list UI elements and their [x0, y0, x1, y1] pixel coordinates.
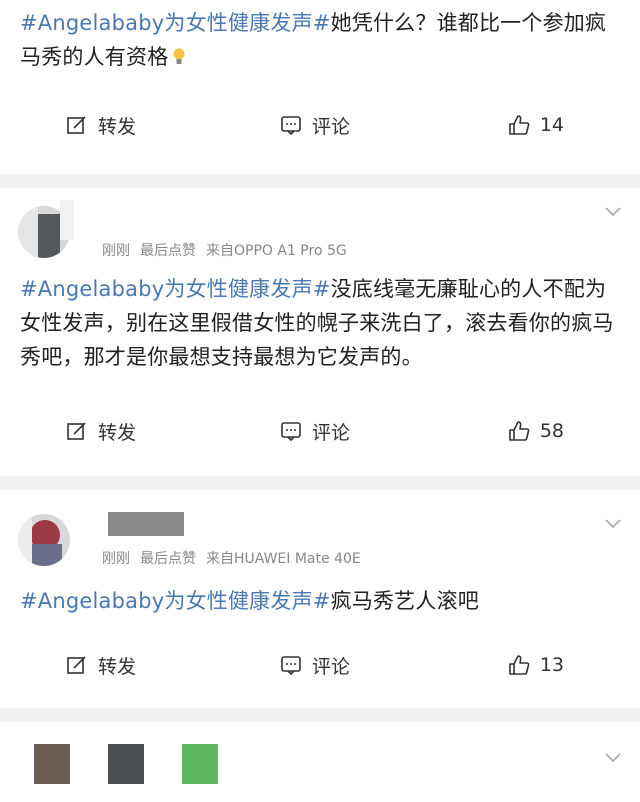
avatar-blurred [34, 744, 70, 784]
post-meta: 刚刚 最后点赞 来自OPPO A1 Pro 5G [102, 240, 357, 260]
repost-icon [67, 656, 86, 674]
repost-button[interactable]: 转发 [20, 418, 232, 445]
action-bar: 转发 评论 13 [0, 636, 640, 694]
repost-label: 转发 [98, 115, 137, 138]
post-body: 疯马秀艺人滚吧 [330, 589, 479, 613]
post-source: 来自OPPO A1 Pro 5G [206, 243, 347, 259]
post-meta: 刚刚 最后点赞 来自HUAWEI Mate 40E [102, 548, 371, 568]
topic-link[interactable]: #Angelababy为女性健康发声# [20, 11, 331, 35]
comment-label: 评论 [311, 421, 350, 444]
last-liked-label: 最后点赞 [140, 243, 196, 259]
post-time: 刚刚 [102, 243, 130, 259]
lightbulb-emoji-icon [173, 48, 185, 64]
weibo-post-1: #Angelababy为女性健康发声#她凭什么？谁都比一个参加疯马秀的人有资格 … [0, 0, 640, 154]
weibo-post-3: 刚刚 最后点赞 来自HUAWEI Mate 40E #Angelababy为女性健康… [0, 490, 640, 694]
like-count: 13 [539, 654, 564, 676]
topic-link[interactable]: #Angelababy为女性健康发声# [20, 277, 331, 301]
thumbs-up-icon [509, 115, 530, 135]
chevron-down-icon[interactable] [604, 748, 622, 766]
post-time: 刚刚 [102, 551, 130, 567]
post-header: 刚刚 最后点赞 来自OPPO A1 Pro 5G [0, 188, 640, 274]
repost-button[interactable]: 转发 [20, 112, 232, 139]
post-text: #Angelababy为女性健康发声#疯马秀艺人滚吧 [0, 584, 640, 618]
comment-icon [281, 422, 301, 442]
thumbs-up-icon [509, 655, 530, 675]
thumbs-up-icon [509, 421, 530, 441]
topic-link[interactable]: #Angelababy为女性健康发声# [20, 589, 331, 613]
comment-button[interactable]: 评论 [232, 418, 398, 445]
post-separator [0, 174, 640, 188]
weibo-post-4 [0, 722, 640, 802]
username-blurred [108, 512, 184, 536]
comment-button[interactable]: 评论 [232, 112, 398, 139]
comment-button[interactable]: 评论 [232, 652, 398, 679]
repost-label: 转发 [98, 655, 137, 678]
avatar[interactable] [18, 514, 70, 566]
like-count: 58 [539, 420, 564, 442]
last-liked-label: 最后点赞 [140, 551, 196, 567]
comment-label: 评论 [311, 655, 350, 678]
repost-icon [67, 116, 86, 134]
like-button[interactable]: 58 [398, 420, 620, 442]
repost-button[interactable]: 转发 [20, 652, 232, 679]
like-button[interactable]: 13 [398, 654, 620, 676]
repost-label: 转发 [98, 421, 137, 444]
username-blurred [60, 200, 74, 240]
post-text: #Angelababy为女性健康发声#没底线毫无廉耻心的人不配为女性发声，别在这… [0, 272, 640, 374]
chevron-down-icon[interactable] [604, 202, 622, 220]
post-separator [0, 476, 640, 490]
post-text: #Angelababy为女性健康发声#她凭什么？谁都比一个参加疯马秀的人有资格 [0, 6, 640, 74]
post-source: 来自HUAWEI Mate 40E [206, 551, 361, 567]
repost-icon [67, 422, 86, 440]
like-count: 14 [539, 114, 564, 136]
chevron-down-icon[interactable] [604, 514, 622, 532]
action-bar: 转发 评论 58 [0, 402, 640, 460]
weibo-post-2: 刚刚 最后点赞 来自OPPO A1 Pro 5G #Angelababy为女性健康发… [0, 188, 640, 460]
comment-icon [281, 116, 301, 136]
action-bar: 转发 评论 14 [0, 96, 640, 154]
badge-blurred [182, 744, 218, 784]
post-separator [0, 708, 640, 722]
like-button[interactable]: 14 [398, 114, 620, 136]
username-blurred [108, 744, 144, 784]
post-header: 刚刚 最后点赞 来自HUAWEI Mate 40E [0, 490, 640, 576]
comment-label: 评论 [311, 115, 350, 138]
comment-icon [281, 656, 301, 676]
